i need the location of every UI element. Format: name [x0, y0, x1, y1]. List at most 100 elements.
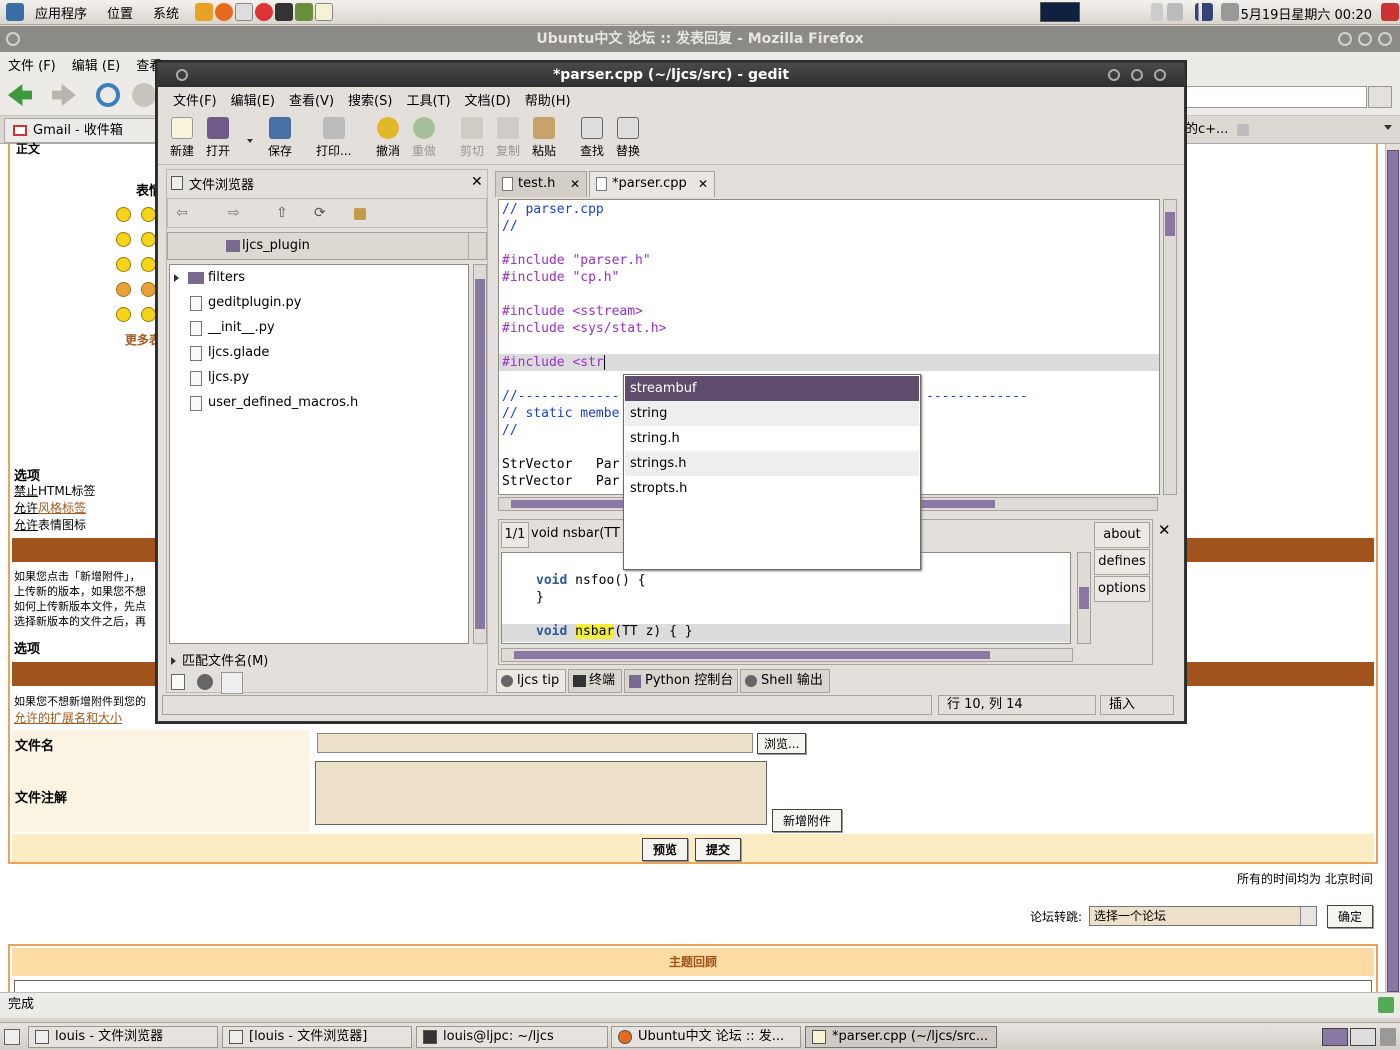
terminal-icon[interactable] — [275, 3, 294, 21]
options-button[interactable]: options — [1094, 576, 1150, 602]
insert-mode[interactable]: 插入 — [1100, 695, 1174, 715]
completion-item[interactable]: stropts.h — [625, 476, 919, 501]
forward-icon[interactable]: ⇨ — [228, 205, 240, 221]
add-attachment-button[interactable]: 新增附件 — [772, 809, 843, 832]
completion-item[interactable]: string — [625, 401, 919, 426]
completion-item[interactable]: strings.h — [625, 451, 919, 476]
scrollbar-thumb[interactable] — [1079, 587, 1089, 609]
firefox-icon[interactable] — [215, 3, 234, 21]
smiley-icon[interactable] — [141, 207, 156, 222]
smiley-icon[interactable] — [141, 282, 156, 297]
filename-input[interactable] — [317, 733, 753, 753]
ubuntu-logo-icon[interactable] — [6, 3, 24, 21]
search-input[interactable] — [1185, 86, 1367, 108]
applet-icon[interactable] — [1151, 3, 1163, 21]
copy-button[interactable]: 复制 — [496, 117, 520, 159]
menu-documents[interactable]: 文档(D) — [458, 90, 518, 109]
workspace-1[interactable] — [1322, 1028, 1348, 1046]
file-row[interactable]: __init__.py — [176, 317, 275, 339]
tip-vscrollbar[interactable] — [1077, 552, 1091, 644]
menu-view[interactable]: 查看(V) — [282, 90, 341, 109]
clock[interactable]: 5月19日星期六 00:20 — [1241, 4, 1372, 23]
workspace-2[interactable] — [1350, 1028, 1376, 1046]
addon-icon[interactable] — [1378, 997, 1394, 1013]
location-combo[interactable]: ljcs_plugin — [167, 232, 487, 260]
task-firefox[interactable]: Ubuntu中文 论坛 :: 发... — [611, 1026, 801, 1048]
smiley-icon[interactable] — [141, 232, 156, 247]
ff-menu-file[interactable]: 文件 (F) — [0, 55, 64, 74]
smiley-icon[interactable] — [116, 207, 131, 222]
task-file-browser-1[interactable]: louis - 文件浏览器 — [28, 1026, 218, 1048]
allowed-ext-link[interactable]: 允许的扩展名和大小 — [14, 709, 122, 726]
print-button[interactable]: 打印... — [316, 117, 351, 159]
printer-icon[interactable] — [1167, 3, 1183, 21]
file-row[interactable]: ljcs.glade — [176, 342, 269, 364]
cut-button[interactable]: 剪切 — [460, 117, 484, 159]
completion-item[interactable]: string.h — [625, 426, 919, 451]
exclamation-icon[interactable] — [116, 307, 131, 322]
scrollbar-thumb[interactable] — [1165, 212, 1175, 236]
menu-edit[interactable]: 编辑(E) — [224, 90, 282, 109]
tab-shell-output[interactable]: Shell 输出 — [740, 669, 830, 693]
option-allow-smilies[interactable]: 允许表情图标 — [14, 516, 86, 533]
smiley-icon[interactable] — [116, 232, 131, 247]
tip-hscrollbar[interactable] — [501, 648, 1073, 662]
maximize-icon[interactable] — [1358, 32, 1372, 46]
tab-parser-cpp[interactable]: *parser.cpp ✕ — [589, 171, 715, 197]
back-arrow-icon[interactable] — [8, 84, 32, 106]
scrollbar-thumb[interactable] — [514, 651, 990, 659]
completion-item-selected[interactable]: streambuf — [625, 376, 919, 401]
editor-vscrollbar[interactable] — [1163, 199, 1177, 495]
menu-search[interactable]: 搜索(S) — [341, 90, 399, 109]
file-browser-tab-icon[interactable] — [221, 672, 243, 694]
tab-cpp[interactable]: 的c+... — [1185, 118, 1250, 143]
trash-icon[interactable] — [1380, 1028, 1396, 1046]
refresh-icon[interactable]: ⟳ — [314, 205, 326, 221]
package-icon[interactable] — [295, 3, 314, 21]
new-button[interactable]: 新建 — [170, 117, 194, 159]
network-signal-icon[interactable] — [1195, 3, 1213, 21]
menu-tools[interactable]: 工具(T) — [399, 90, 457, 109]
tab-close-icon[interactable] — [1236, 123, 1249, 136]
help-icon[interactable] — [255, 3, 274, 21]
save-button[interactable]: 保存 — [268, 117, 292, 159]
preview-button[interactable]: 预览 — [642, 838, 689, 861]
option-suffix[interactable]: 风格标签 — [38, 501, 86, 515]
match-filename-expander[interactable]: 匹配文件名(M) — [171, 650, 268, 669]
tab-python-console[interactable]: Python 控制台 — [624, 669, 738, 693]
shutdown-icon[interactable] — [1381, 3, 1399, 21]
minimize-icon[interactable] — [1338, 32, 1352, 46]
ff-menu-edit[interactable]: 编辑 (E) — [64, 55, 129, 74]
open-dropdown-icon[interactable] — [247, 139, 253, 143]
option-disable-html[interactable]: 禁止HTML标签 — [14, 482, 95, 499]
jump-ok-button[interactable]: 确定 — [1327, 905, 1374, 928]
defines-button[interactable]: defines — [1094, 549, 1150, 575]
find-button[interactable]: 查找 — [580, 117, 604, 159]
file-row-filters[interactable]: filters — [174, 267, 245, 289]
gear-icon[interactable] — [197, 674, 213, 690]
open-button[interactable]: 打开 — [206, 117, 230, 159]
scrollbar-thumb[interactable] — [475, 279, 485, 629]
up-icon[interactable]: ⇧ — [276, 205, 288, 221]
file-row[interactable]: user_defined_macros.h — [176, 392, 358, 414]
text-editor-icon[interactable] — [315, 3, 334, 21]
back-icon[interactable]: ⇦ — [176, 205, 188, 221]
tab-terminal[interactable]: 终端 — [568, 669, 622, 693]
paste-button[interactable]: 粘贴 — [532, 117, 556, 159]
tab-list-icon[interactable] — [1384, 125, 1392, 130]
maximize-icon[interactable] — [1131, 69, 1143, 81]
volume-icon[interactable] — [1221, 3, 1239, 21]
system-menu[interactable]: 系统 — [143, 3, 189, 22]
tab-close-icon[interactable]: ✕ — [698, 172, 708, 196]
minimize-icon[interactable] — [1108, 69, 1120, 81]
documents-tab-icon[interactable] — [171, 674, 185, 690]
menu-file[interactable]: 文件(F) — [166, 90, 224, 109]
question-icon[interactable] — [141, 307, 156, 322]
undo-button[interactable]: 撤消 — [376, 117, 400, 159]
file-row[interactable]: ljcs.py — [176, 367, 249, 389]
more-emoticons-link[interactable]: 更多表 — [125, 331, 161, 348]
expander-icon[interactable] — [174, 274, 179, 282]
window-menu-icon[interactable] — [6, 32, 20, 46]
window-menu-icon[interactable] — [176, 69, 188, 81]
task-file-browser-2[interactable]: [louis - 文件浏览器] — [222, 1026, 412, 1048]
